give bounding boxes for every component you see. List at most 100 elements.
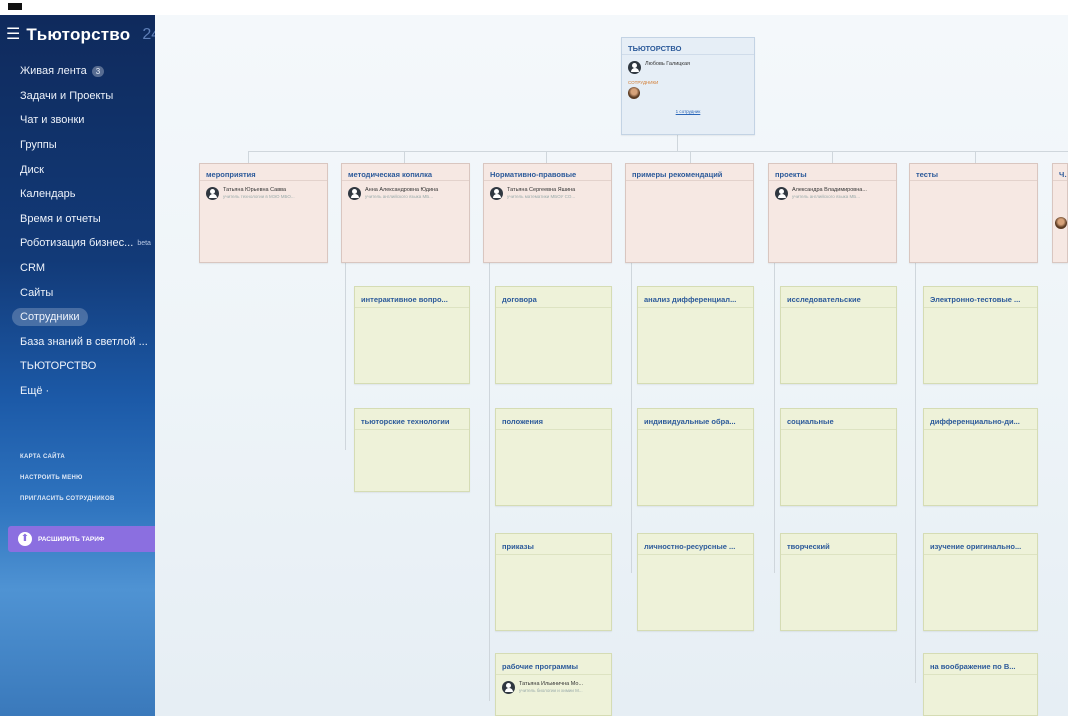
sub-department-card[interactable]: исследовательские	[780, 286, 897, 384]
department-card[interactable]: Нормативно-правовые Татьяна Сергеевна Яш…	[483, 163, 612, 263]
sub-department-card[interactable]: Электронно-тестовые ...	[923, 286, 1038, 384]
connector-line	[546, 151, 547, 163]
employee-photos	[622, 85, 754, 99]
org-structure-canvas[interactable]: ТЬЮТОРСТВО Любовь Галицкая Сотрудники 1 …	[155, 15, 1068, 716]
employee-photo-avatar[interactable]	[628, 87, 640, 99]
department-title: проекты	[769, 164, 896, 181]
sidebar-nav: Живая лента 3 Задачи и Проекты Чат и звон…	[0, 59, 155, 403]
department-card[interactable]: мероприятия Татьяна Юрьевна Савва учитель…	[199, 163, 328, 263]
sub-department-card[interactable]: социальные	[780, 408, 897, 506]
connector-line	[832, 151, 833, 163]
avatar-icon	[206, 187, 219, 200]
sidebar-item-chat[interactable]: Чат и звонки	[0, 108, 155, 133]
counter-badge: 3	[91, 65, 105, 77]
employees-count-link[interactable]: 1 сотрудник	[622, 99, 754, 114]
department-card[interactable]: проекты Александра Владимировна... учител…	[768, 163, 897, 263]
avatar-icon	[490, 187, 503, 200]
sub-department-card[interactable]: тьюторские технологии	[354, 408, 470, 492]
department-card[interactable]: Ча	[1052, 163, 1068, 263]
department-card[interactable]: примеры рекомендаций	[625, 163, 754, 263]
sub-department-title: дифференциально-ди...	[924, 409, 1037, 430]
sub-department-card[interactable]: творческий	[780, 533, 897, 631]
beta-tag: beta	[137, 239, 151, 247]
sidebar-item-tutorstvo[interactable]: ТЬЮТОРСТВО	[0, 354, 155, 379]
department-title: методическая копилка	[342, 164, 469, 181]
sub-department-title: положения	[496, 409, 611, 430]
head-name: Любовь Галицкая	[645, 61, 690, 67]
sidebar-item-disk[interactable]: Диск	[0, 157, 155, 182]
logo-24-icon: 24	[142, 26, 155, 43]
connector-line	[631, 263, 632, 573]
department-title: тесты	[910, 164, 1037, 181]
top-strip	[0, 0, 1068, 15]
sub-department-card[interactable]: личностно-ресурсные ...	[637, 533, 754, 631]
connector-line	[248, 151, 249, 163]
sub-department-title: тьюторские технологии	[355, 409, 469, 430]
sub-department-title: индивидуальные обра...	[638, 409, 753, 430]
sub-department-card[interactable]: на воображение по В...	[923, 653, 1038, 716]
connector-line	[345, 263, 346, 450]
department-head[interactable]: Александра Владимировна... учитель англий…	[769, 181, 896, 200]
sub-department-title: личностно-ресурсные ...	[638, 534, 753, 555]
employee-photos	[1053, 181, 1067, 229]
sidebar-item-employees[interactable]: Сотрудники	[0, 305, 155, 330]
sub-department-card[interactable]: изучение оригинально...	[923, 533, 1038, 631]
department-title: Ча	[1053, 164, 1067, 181]
department-card[interactable]: тесты	[909, 163, 1038, 263]
connector-line	[489, 263, 490, 701]
sidebar-item-time-reports[interactable]: Время и отчеты	[0, 207, 155, 232]
hamburger-menu-icon[interactable]: ☰	[6, 27, 20, 43]
sidebar-item-calendar[interactable]: Календарь	[0, 182, 155, 207]
department-head[interactable]: Татьяна Юрьевна Савва учитель технологии …	[200, 181, 327, 200]
sub-department-card[interactable]: договора	[495, 286, 612, 384]
sub-department-title: социальные	[781, 409, 896, 430]
window-mark-icon	[8, 3, 22, 10]
sub-department-card[interactable]: интерактивное вопро...	[354, 286, 470, 384]
upgrade-plan-button[interactable]: ⬆ Расширить тариф	[8, 526, 155, 552]
sidebar-item-knowledge-base[interactable]: База знаний в светлой ...	[0, 330, 155, 355]
sub-department-card[interactable]: индивидуальные обра...	[637, 408, 754, 506]
sub-department-title: анализ дифференциал...	[638, 287, 753, 308]
sitemap-link[interactable]: Карта сайта	[20, 447, 115, 468]
sub-department-card[interactable]: положения	[495, 408, 612, 506]
department-card[interactable]: методическая копилка Анна Александровна …	[341, 163, 470, 263]
avatar-icon	[775, 187, 788, 200]
invite-employees-link[interactable]: Пригласить сотрудников	[20, 489, 115, 510]
sub-department-title: на воображение по В...	[924, 654, 1037, 675]
connector-line	[677, 135, 678, 151]
sub-department-card[interactable]: приказы	[495, 533, 612, 631]
department-head[interactable]: Татьяна Ильинична Мо... учитель биологии …	[496, 675, 611, 694]
sidebar-item-sites[interactable]: Сайты	[0, 280, 155, 305]
department-title: мероприятия	[200, 164, 327, 181]
sidebar-item-robotization[interactable]: Роботизация бизнес... beta	[0, 231, 155, 256]
sidebar-item-feed[interactable]: Живая лента 3	[0, 59, 155, 84]
sidebar-item-groups[interactable]: Группы	[0, 133, 155, 158]
sub-department-title: договора	[496, 287, 611, 308]
employees-label: Сотрудники	[628, 80, 659, 85]
root-department-card[interactable]: ТЬЮТОРСТВО Любовь Галицкая Сотрудники 1 …	[621, 37, 755, 135]
logo[interactable]: Тьюторство	[26, 25, 130, 45]
sub-department-card[interactable]: дифференциально-ди...	[923, 408, 1038, 506]
department-title: Нормативно-правовые	[484, 164, 611, 181]
department-head[interactable]: Анна Александровна Юдина учитель английск…	[342, 181, 469, 200]
sub-department-title: Электронно-тестовые ...	[924, 287, 1037, 308]
configure-menu-link[interactable]: Настроить меню	[20, 468, 115, 489]
department-title: ТЬЮТОРСТВО	[622, 38, 754, 55]
sidebar-item-tasks[interactable]: Задачи и Проекты	[0, 84, 155, 109]
employee-photo-avatar[interactable]	[1055, 217, 1067, 229]
sidebar-item-more[interactable]: Ещё ·	[0, 379, 155, 404]
department-head[interactable]: Любовь Галицкая	[622, 55, 754, 74]
department-title: примеры рекомендаций	[626, 164, 753, 181]
sub-department-title: исследовательские	[781, 287, 896, 308]
sub-department-card[interactable]: рабочие программы Татьяна Ильинична Мо..…	[495, 653, 612, 716]
connector-line	[915, 263, 916, 683]
upgrade-icon: ⬆	[18, 532, 32, 546]
sidebar-item-crm[interactable]: CRM	[0, 256, 155, 281]
sub-department-title: приказы	[496, 534, 611, 555]
connector-line	[774, 263, 775, 573]
department-head[interactable]: Татьяна Сергеевна Яшина учитель математик…	[484, 181, 611, 200]
sidebar: ☰ Тьюторство 24 Живая лента3 Задачи и Пр…	[0, 15, 155, 716]
avatar-icon	[348, 187, 361, 200]
avatar-icon	[628, 61, 641, 74]
sub-department-card[interactable]: анализ дифференциал...	[637, 286, 754, 384]
